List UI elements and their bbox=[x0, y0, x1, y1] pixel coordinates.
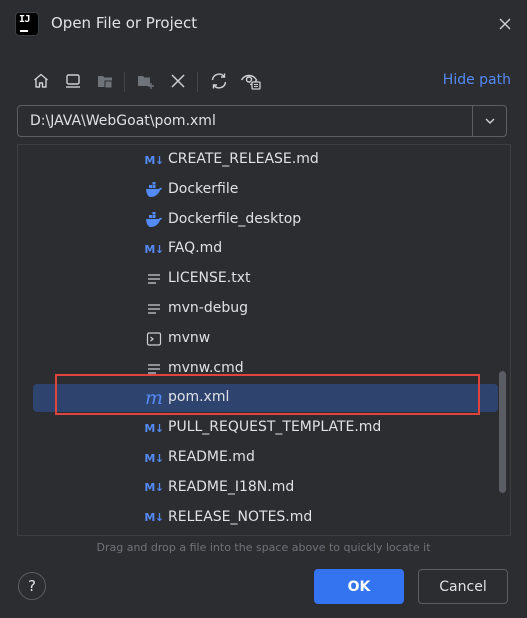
delete-icon bbox=[171, 74, 185, 88]
markdown-icon: M↓ bbox=[144, 511, 164, 525]
tree-row-label: README.md bbox=[168, 449, 255, 465]
terminal-icon bbox=[145, 330, 163, 348]
toolbar bbox=[26, 68, 506, 96]
tree-row[interactable]: mvnw bbox=[33, 325, 498, 353]
tree-scrollbar[interactable] bbox=[499, 371, 506, 493]
path-dropdown-button[interactable] bbox=[472, 106, 506, 136]
tree-row-label: mvnw.cmd bbox=[168, 359, 244, 376]
markdown-icon: M↓ bbox=[144, 451, 164, 465]
tree-row-label: mvn-debug bbox=[168, 300, 248, 316]
markdown-icon: M↓ bbox=[144, 153, 164, 167]
home-icon bbox=[34, 73, 48, 88]
tree-row[interactable]: LICENSE.txt bbox=[33, 265, 498, 293]
tree-row-label: RELEASE_NOTES.md bbox=[168, 508, 313, 525]
tree-row-label: pom.xml bbox=[168, 389, 230, 406]
markdown-icon: M↓ bbox=[144, 242, 164, 256]
close-icon bbox=[499, 18, 511, 30]
tree-row[interactable]: M↓ FAQ.md bbox=[33, 235, 498, 263]
markdown-icon: M↓ bbox=[144, 481, 164, 495]
text-file-icon bbox=[145, 360, 163, 378]
maven-icon: m bbox=[144, 387, 164, 410]
path-input[interactable] bbox=[18, 106, 473, 136]
file-tree[interactable]: M↓ CREATE_RELEASE.md Dockerfile Dockerfile_… bbox=[17, 144, 511, 536]
tree-row[interactable]: mvn-debug bbox=[33, 295, 498, 323]
tree-row-label: README_I18N.md bbox=[168, 478, 295, 495]
cancel-button[interactable]: Cancel bbox=[418, 569, 508, 604]
tree-row[interactable]: Dockerfile bbox=[33, 176, 498, 204]
tree-row[interactable]: M↓ PULL_REQUEST_TEMPLATE.md bbox=[33, 414, 498, 442]
tree-row[interactable]: m pom.xml bbox=[33, 384, 498, 413]
help-button[interactable]: ? bbox=[18, 572, 46, 600]
new-folder-button bbox=[133, 68, 159, 94]
open-file-dialog: IJ Open File or Project Hide path D:\JAV… bbox=[0, 0, 527, 618]
refresh-icon bbox=[211, 73, 227, 89]
dialog-title: Open File or Project bbox=[51, 14, 198, 32]
tree-row-label: PULL_REQUEST_TEMPLATE.md bbox=[168, 419, 382, 436]
project-folder-icon bbox=[98, 76, 113, 89]
home-button[interactable] bbox=[28, 68, 54, 94]
docker-icon bbox=[145, 181, 163, 199]
hide-path-link[interactable]: Hide path bbox=[443, 72, 511, 88]
tree-row[interactable]: Dockerfile_desktop bbox=[33, 206, 498, 234]
tree-row-label: LICENSE.txt bbox=[168, 270, 251, 287]
desktop-icon bbox=[66, 74, 80, 88]
app-logo-text: IJ bbox=[19, 14, 31, 25]
text-file-icon bbox=[145, 270, 163, 288]
tree-row[interactable]: M↓ README_I18N.md bbox=[33, 474, 498, 502]
close-button[interactable] bbox=[493, 12, 517, 36]
tree-row-label: Dockerfile_desktop bbox=[168, 210, 302, 227]
chevron-down-icon bbox=[485, 118, 494, 124]
tree-row[interactable]: M↓ README.md bbox=[33, 444, 498, 472]
intellij-logo-icon: IJ bbox=[16, 13, 38, 35]
title-bar: IJ Open File or Project bbox=[0, 0, 527, 50]
show-hidden-icon bbox=[240, 74, 261, 90]
drag-drop-hint: Drag and drop a file into the space abov… bbox=[96, 541, 431, 554]
delete-button[interactable] bbox=[165, 68, 191, 94]
tree-row[interactable]: M↓ RELEASE_NOTES.md bbox=[33, 504, 498, 532]
tree-row-label: mvnw bbox=[168, 329, 211, 346]
text-file-icon bbox=[145, 300, 163, 318]
refresh-button[interactable] bbox=[206, 68, 232, 94]
docker-icon bbox=[145, 211, 163, 229]
tree-row[interactable]: M↓ CREATE_RELEASE.md bbox=[33, 146, 498, 174]
show-hidden-button[interactable] bbox=[238, 68, 264, 94]
new-folder-icon bbox=[138, 76, 154, 89]
ok-button[interactable]: OK bbox=[314, 569, 404, 604]
markdown-icon: M↓ bbox=[144, 421, 164, 435]
tree-row-label: CREATE_RELEASE.md bbox=[168, 151, 319, 167]
tree-row[interactable]: mvnw.cmd bbox=[33, 355, 498, 383]
tree-row-label: Dockerfile bbox=[168, 180, 239, 197]
path-combobox bbox=[17, 105, 507, 137]
project-folder-button bbox=[92, 68, 118, 94]
desktop-button[interactable] bbox=[60, 68, 86, 94]
tree-row-label: FAQ.md bbox=[168, 240, 223, 257]
